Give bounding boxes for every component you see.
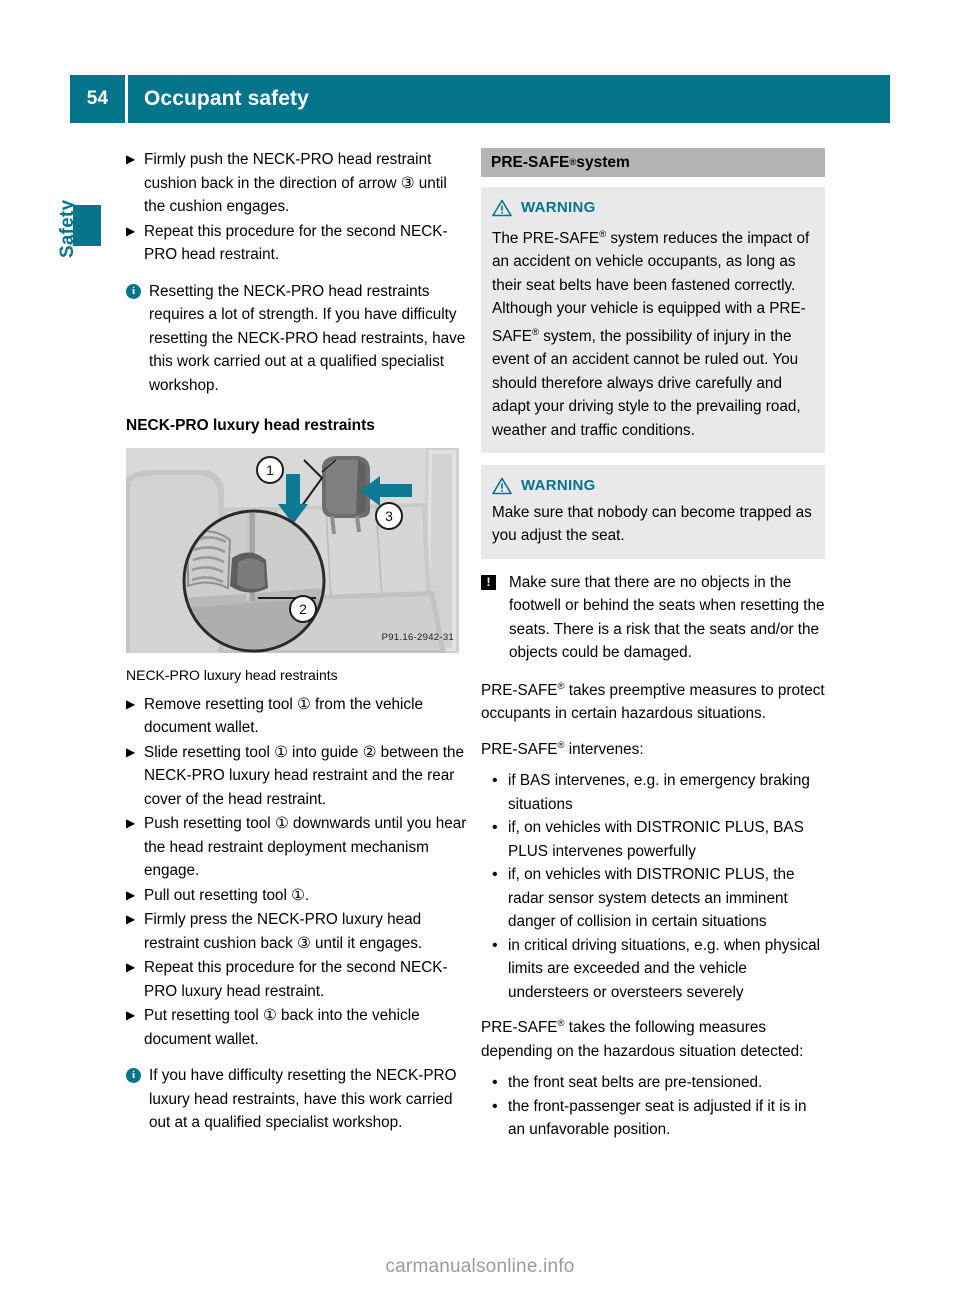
step-text: Pull out resetting tool ①. [144, 886, 310, 904]
warning-box: WARNING The PRE-SAFE® system reduces the… [481, 187, 825, 454]
list-item: • if BAS intervenes, e.g. in emergency b… [492, 769, 825, 816]
paragraph-part: PRE-SAFE [481, 740, 558, 758]
step-item: ▶ Pull out resetting tool ①. [126, 884, 470, 908]
list-item-text: the front-passenger seat is adjusted if … [508, 1097, 807, 1139]
warning-label: WARNING [521, 199, 596, 216]
paragraph: PRE-SAFE® intervenes: [481, 734, 825, 762]
step-item: ▶ Put resetting tool ① back into the veh… [126, 1004, 470, 1051]
head-restraint-illustration: 1 2 3 [126, 447, 459, 653]
step-item: ▶ Repeat this procedure for the second N… [126, 956, 470, 1003]
step-text: Push resetting tool ① downwards until yo… [144, 815, 467, 879]
bullet-icon: • [492, 1074, 498, 1092]
figure: 1 2 3 P91.16-2942-31 NECK-PRO luxury hea… [126, 447, 459, 685]
list-item-text: in critical driving situations, e.g. whe… [508, 936, 821, 1001]
info-note: i If you have difficulty resetting the N… [126, 1064, 470, 1135]
step-item: ▶ Push resetting tool ① downwards until … [126, 812, 470, 883]
caution-box-icon: ! [481, 574, 496, 590]
figure-caption: NECK-PRO luxury head restraints [126, 666, 338, 683]
info-note: i Resetting the NECK-PRO head restraints… [126, 280, 470, 398]
paragraph: PRE-SAFE® takes preemptive measures to p… [481, 675, 825, 726]
page-number: 54 [86, 88, 109, 109]
warning-text-part: The PRE-SAFE [492, 229, 600, 247]
list-item: • the front-passenger seat is adjusted i… [492, 1095, 825, 1142]
step-text: Repeat this procedure for the second NEC… [144, 959, 448, 1000]
section-title-bar: PRE-SAFE ® system [481, 148, 825, 177]
step-arrow-icon: ▶ [126, 744, 136, 759]
step-arrow-icon: ▶ [126, 816, 136, 830]
paragraph: PRE-SAFE® takes the following measures d… [481, 1012, 825, 1063]
bullet-icon: • [492, 1097, 498, 1115]
bullet-icon: • [492, 866, 498, 884]
step-arrow-icon: ▶ [126, 152, 136, 166]
step-arrow-icon: ▶ [126, 223, 136, 238]
footer-watermark: carmanualsonline.info [385, 1256, 575, 1277]
registered-mark: ® [531, 326, 539, 338]
info-icon: i [126, 283, 141, 299]
svg-text:3: 3 [385, 508, 393, 524]
list-item-text: if, on vehicles with DISTRONIC PLUS, the… [508, 866, 795, 931]
figure-code: P91.16-2942-31 [381, 632, 454, 643]
figure-image: 1 2 3 P91.16-2942-31 [126, 447, 459, 653]
warning-label: WARNING [521, 477, 596, 495]
info-note-text: Resetting the NECK-PRO head restraints r… [149, 282, 466, 394]
warning-triangle-icon [492, 199, 512, 217]
warning-text-part: system, the possibility of injury in the… [492, 327, 801, 439]
warning-header: WARNING [492, 474, 814, 498]
step-item: ▶ Repeat this procedure for the second N… [126, 220, 470, 267]
step-text: Slide resetting tool ① into guide ② betw… [144, 743, 464, 808]
paragraph-part: PRE-SAFE [481, 1019, 558, 1037]
page-header: 54 Occupant safety [70, 75, 890, 123]
list-item-text: if BAS intervenes, e.g. in emergency bra… [508, 772, 810, 813]
step-item: ▶ Slide resetting tool ① into guide ② be… [126, 741, 470, 812]
step-arrow-icon: ▶ [126, 887, 136, 902]
right-column: PRE-SAFE ® system WARNING The PRE-SAFE® s… [481, 148, 825, 1142]
step-text: Put resetting tool ① back into the vehic… [144, 1007, 420, 1048]
list-item-text: the front seat belts are pre-tensioned. [508, 1074, 763, 1092]
list-item: • the front seat belts are pre-tensioned… [492, 1071, 825, 1095]
warning-triangle-icon [492, 477, 512, 495]
step-arrow-icon: ▶ [126, 960, 136, 974]
step-text: Repeat this procedure for the second NEC… [144, 222, 448, 264]
info-note-text: If you have difficulty resetting the NEC… [149, 1067, 457, 1131]
section-title-text: PRE-SAFE [491, 153, 570, 171]
bullet-icon: • [492, 936, 498, 954]
step-arrow-icon: ▶ [126, 696, 136, 711]
bullet-icon: • [492, 819, 498, 837]
step-text: Remove resetting tool ① from the vehicle… [144, 695, 423, 737]
step-item: ▶ Firmly push the NECK-PRO head restrain… [126, 148, 470, 219]
list-item: • if, on vehicles with DISTRONIC PLUS, B… [492, 816, 825, 863]
step-arrow-icon: ▶ [126, 912, 136, 926]
registered-mark: ® [557, 1018, 565, 1030]
warning-body: Make sure that nobody can become trapped… [492, 501, 814, 548]
warning-text-part: Make sure that nobody can become trapped… [492, 503, 812, 545]
bullet-icon: • [492, 772, 498, 790]
registered-mark: ® [557, 680, 565, 692]
svg-text:2: 2 [299, 601, 307, 617]
page-title: Occupant safety [144, 87, 309, 110]
caution-note: ! Make sure that there are no objects in… [481, 571, 825, 665]
step-item: ▶ Remove resetting tool ① from the vehic… [126, 693, 470, 740]
caution-text: Make sure that there are no objects in t… [509, 573, 825, 662]
list-item: • in critical driving situations, e.g. w… [492, 934, 825, 1005]
warning-body: The PRE-SAFE® system reduces the impact … [492, 223, 814, 443]
registered-mark: ® [569, 156, 577, 168]
warning-header: WARNING [492, 196, 814, 220]
warning-box: WARNING Make sure that nobody can become… [481, 465, 825, 559]
step-arrow-icon: ▶ [126, 1008, 136, 1022]
list-item: • if, on vehicles with DISTRONIC PLUS, t… [492, 863, 825, 934]
svg-text:1: 1 [266, 462, 274, 478]
left-column: ▶ Firmly push the NECK-PRO head restrain… [126, 148, 470, 1135]
section-subheading: NECK-PRO luxury head restraints [126, 417, 375, 434]
paragraph-part: intervenes: [564, 740, 644, 758]
registered-mark: ® [557, 739, 565, 751]
paragraph-part: PRE-SAFE [481, 681, 558, 699]
info-icon: i [126, 1068, 141, 1083]
step-item: ▶ Firmly press the NECK-PRO luxury head … [126, 908, 470, 955]
step-text: Firmly push the NECK-PRO head restraint … [144, 151, 447, 215]
section-title-suffix: system [576, 153, 630, 171]
list-item-text: if, on vehicles with DISTRONIC PLUS, BAS… [508, 819, 804, 860]
step-text: Firmly press the NECK-PRO luxury head re… [144, 911, 423, 952]
chapter-tab-label: Safety [57, 199, 78, 258]
